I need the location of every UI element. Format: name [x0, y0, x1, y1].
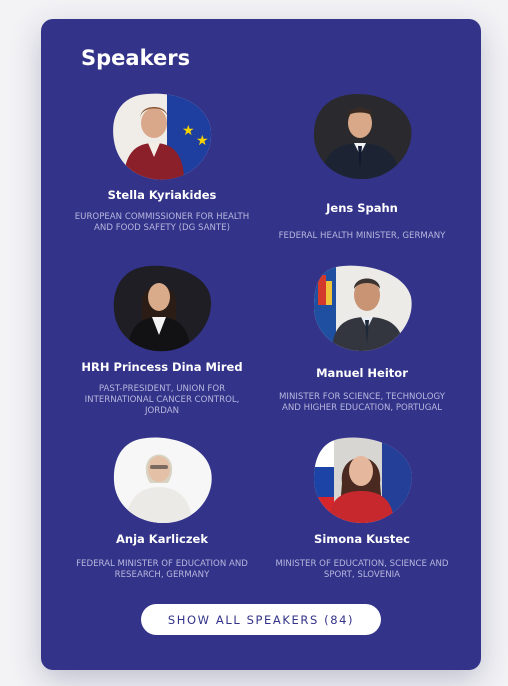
speaker-role: FEDERAL MINISTER OF EDUCATION AND RESEAR… [76, 559, 248, 580]
speaker-photo[interactable] [312, 93, 412, 181]
speaker-card[interactable]: Anja Karliczek FEDERAL MINISTER OF EDUCA… [67, 437, 257, 581]
speaker-card[interactable]: Simona Kustec MINISTER OF EDUCATION, SCI… [267, 437, 457, 581]
speaker-photo[interactable] [312, 265, 412, 353]
speakers-card: Speakers ★ ★ Stella Kyriakides EUROPEAN … [41, 19, 481, 670]
speaker-name[interactable]: Jens Spahn [267, 201, 457, 215]
svg-text:★: ★ [196, 133, 209, 149]
speaker-name[interactable]: Simona Kustec [267, 532, 457, 546]
speaker-photo[interactable] [112, 265, 212, 353]
speaker-photo[interactable]: ★ ★ [112, 93, 212, 181]
section-title: Speakers [81, 46, 191, 70]
speaker-role: FEDERAL HEALTH MINISTER, GERMANY [278, 231, 446, 241]
speaker-photo[interactable] [112, 437, 212, 525]
speaker-role: MINISTER FOR SCIENCE, TECHNOLOGY AND HIG… [279, 392, 445, 413]
speaker-photo[interactable] [312, 437, 412, 525]
svg-text:★: ★ [182, 123, 195, 139]
speaker-name[interactable]: Manuel Heitor [267, 366, 457, 380]
show-all-speakers-button[interactable]: SHOW ALL SPEAKERS (84) [141, 604, 381, 635]
speaker-role: PAST-PRESIDENT, UNION FOR INTERNATIONAL … [84, 384, 240, 416]
speaker-card[interactable]: HRH Princess Dina Mired PAST-PRESIDENT, … [67, 265, 257, 417]
speaker-name[interactable]: Anja Karliczek [67, 532, 257, 546]
speaker-card[interactable]: ★ ★ Stella Kyriakides EUROPEAN COMMISSIO… [67, 93, 257, 234]
speaker-name[interactable]: Stella Kyriakides [67, 188, 257, 202]
speaker-role: MINISTER OF EDUCATION, SCIENCE AND SPORT… [275, 559, 449, 580]
speaker-card[interactable]: Jens Spahn FEDERAL HEALTH MINISTER, GERM… [267, 93, 457, 242]
speaker-role: EUROPEAN COMMISSIONER FOR HEALTH AND FOO… [74, 212, 250, 233]
speaker-card[interactable]: Manuel Heitor MINISTER FOR SCIENCE, TECH… [267, 265, 457, 414]
speaker-name[interactable]: HRH Princess Dina Mired [67, 360, 257, 374]
